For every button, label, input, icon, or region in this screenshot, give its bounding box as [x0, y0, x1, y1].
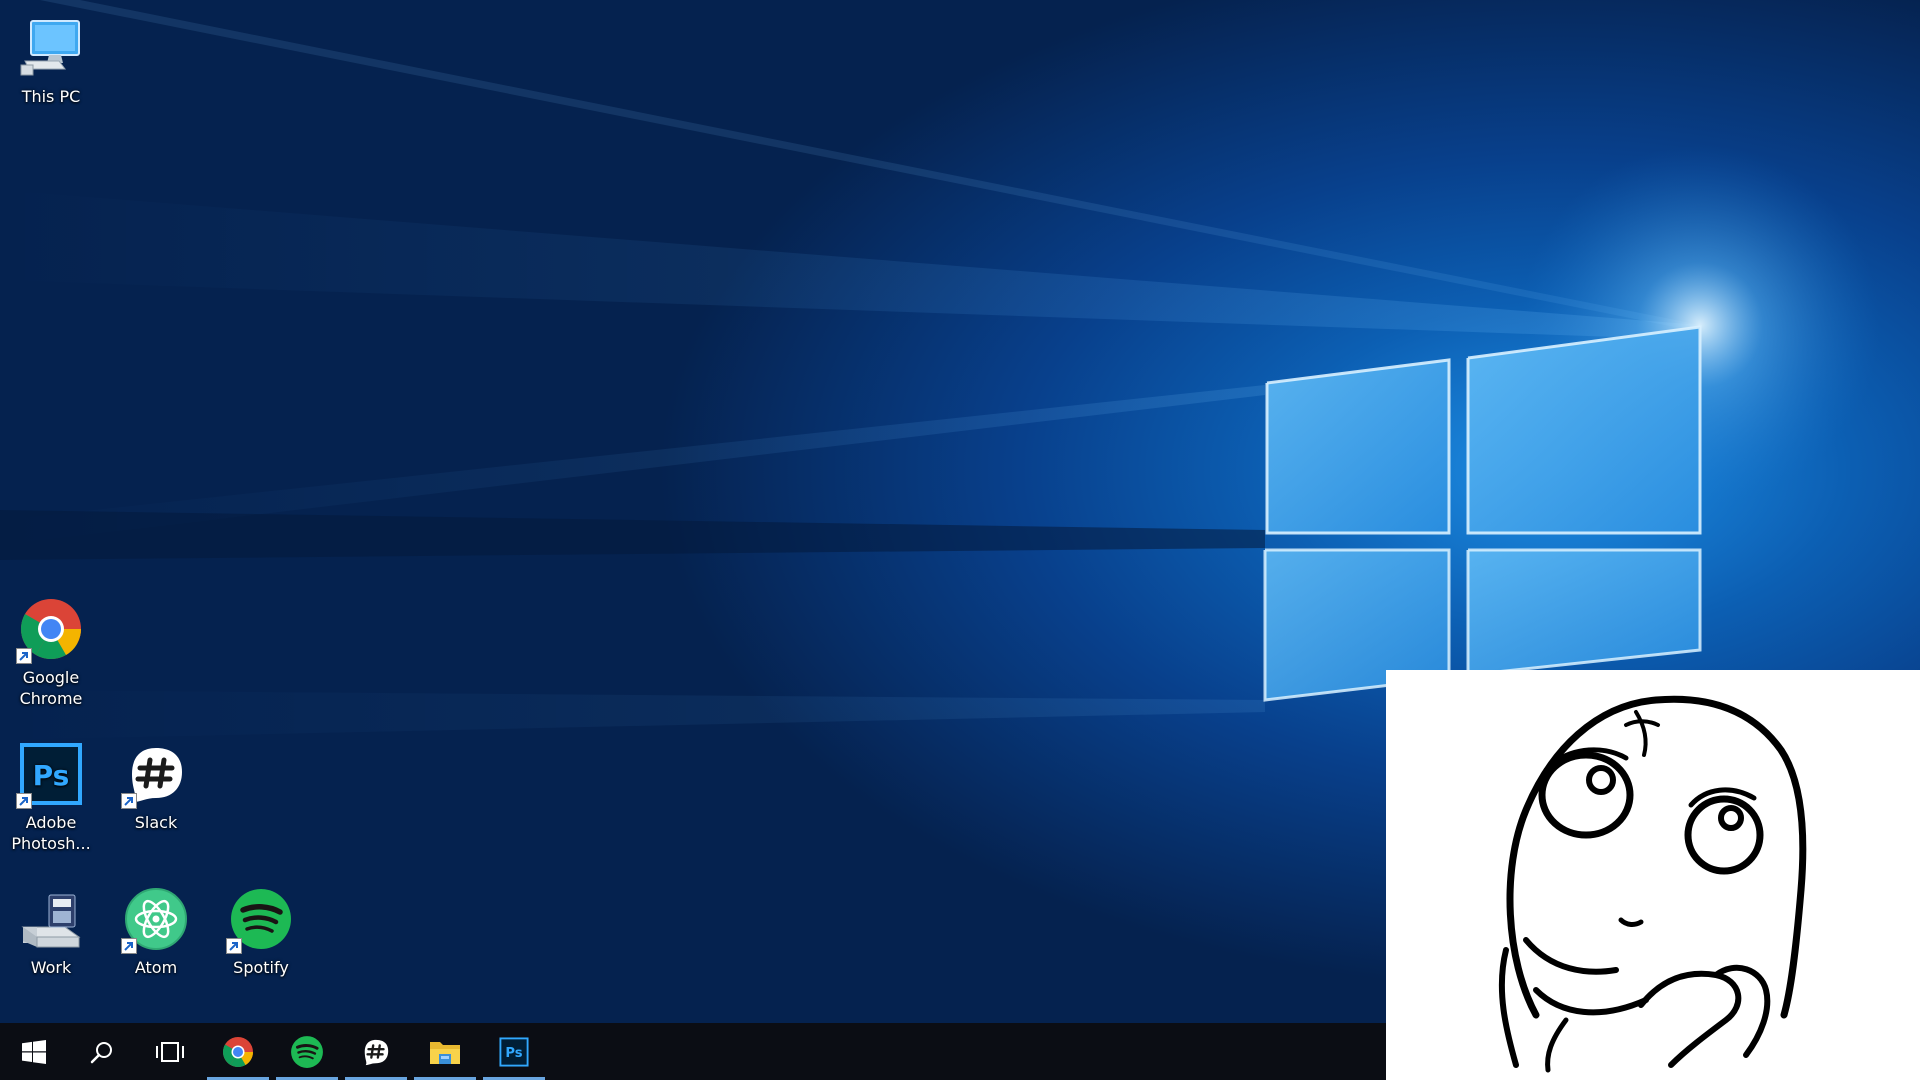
desktop-icon-slack[interactable]: Slack	[106, 738, 206, 833]
svg-text:Ps: Ps	[505, 1046, 522, 1061]
atom-icon	[120, 883, 192, 955]
shortcut-arrow-icon	[16, 648, 32, 664]
task-view-icon	[156, 1041, 184, 1062]
taskbar-app-chrome[interactable]	[204, 1023, 272, 1080]
start-button[interactable]	[0, 1023, 68, 1080]
taskbar-app-slack[interactable]	[342, 1023, 410, 1080]
task-view-button[interactable]	[136, 1023, 204, 1080]
desktop-icon-label: Spotify	[233, 958, 289, 977]
taskbar-app-spotify[interactable]	[273, 1023, 341, 1080]
slack-icon	[364, 1039, 389, 1065]
spotify-icon	[225, 883, 297, 955]
search-button[interactable]	[68, 1023, 136, 1080]
desktop-icon-label: Atom	[134, 958, 178, 977]
drive-icon	[15, 883, 87, 955]
chrome-icon	[15, 593, 87, 665]
photoshop-icon: Ps	[499, 1036, 529, 1067]
shortcut-arrow-icon	[121, 793, 137, 809]
desktop[interactable]: This PC Google Chrome Ps Adobe Photosh..…	[0, 0, 1920, 1080]
photoshop-icon: Ps	[15, 738, 87, 810]
desktop-icon-adobe-photoshop[interactable]: Ps Adobe Photosh...	[1, 738, 101, 854]
shortcut-arrow-icon	[121, 938, 137, 954]
desktop-icon-this-pc[interactable]: This PC	[1, 12, 101, 107]
taskbar-app-file-explorer[interactable]	[411, 1023, 479, 1080]
desktop-icon-label: Slack	[134, 813, 178, 832]
search-icon	[90, 1041, 112, 1063]
svg-text:Ps: Ps	[33, 759, 70, 792]
desktop-icon-atom[interactable]: Atom	[106, 883, 206, 978]
computer-icon	[15, 12, 87, 84]
desktop-icon-label: This PC	[21, 87, 81, 106]
windows-start-icon	[22, 1039, 46, 1064]
desktop-icon-label: Adobe Photosh...	[11, 813, 91, 853]
spotify-icon	[291, 1035, 323, 1068]
taskbar-app-photoshop[interactable]: Ps	[480, 1023, 548, 1080]
desktop-icon-label: Work	[30, 958, 72, 977]
thinking-face-meme	[1498, 695, 1807, 1073]
chrome-icon	[222, 1036, 253, 1067]
folder-icon	[430, 1041, 460, 1064]
shortcut-arrow-icon	[226, 938, 242, 954]
desktop-icon-label: Google Chrome	[19, 668, 83, 708]
meme-overlay	[1386, 670, 1920, 1080]
desktop-icon-google-chrome[interactable]: Google Chrome	[1, 593, 101, 709]
desktop-icon-spotify[interactable]: Spotify	[211, 883, 311, 978]
slack-icon	[120, 738, 192, 810]
shortcut-arrow-icon	[16, 793, 32, 809]
desktop-icon-work[interactable]: Work	[1, 883, 101, 978]
